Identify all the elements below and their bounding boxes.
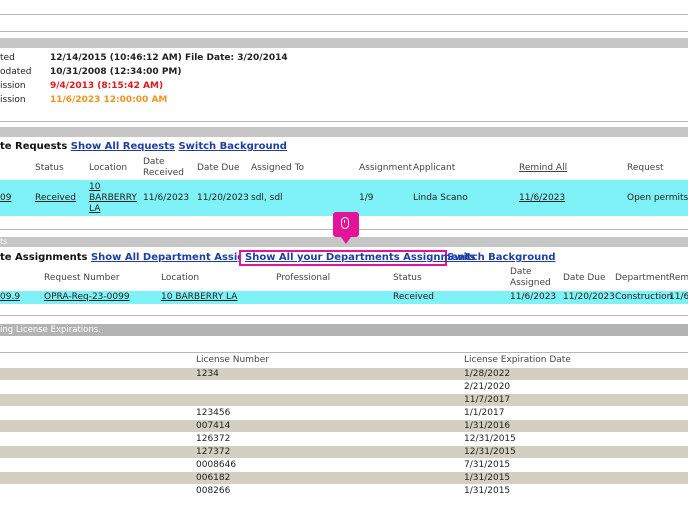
col-license-expiration-date: License Expiration Date [464, 355, 571, 365]
file-info-label-1: odated [0, 67, 32, 77]
col-request-number: Request Number [44, 273, 120, 283]
license-row: 127372 12/31/2015 [0, 446, 688, 458]
file-info-value-2: 9/4/2013 (8:15:42 AM) [50, 81, 164, 91]
license-number: 0008646 [196, 460, 237, 470]
assignment-rem: 11/6 [669, 292, 688, 302]
request-date-due: 11/20/2023 [197, 193, 249, 203]
remind-all-link[interactable]: Remind All [519, 163, 567, 174]
request-id-link[interactable]: 09 [0, 193, 11, 203]
file-info-value-0: 12/14/2015 (10:46:12 AM) File Date: 3/20… [50, 53, 288, 63]
license-band-label: ing License Expirations. [0, 325, 101, 335]
show-all-requests-link[interactable]: Show All Requests [71, 141, 175, 152]
divider-3 [0, 315, 688, 316]
requests-switch-background-link[interactable]: Switch Background [178, 141, 286, 152]
col-date-due: Date Due [197, 163, 240, 173]
col-date-received: Date Received [143, 157, 184, 178]
license-number: 123456 [196, 408, 231, 418]
license-date: 12/31/2015 [464, 447, 516, 457]
license-row: 11/7/2017 [0, 394, 688, 406]
requests-title: te Requests [0, 141, 68, 152]
license-date: 1/31/2016 [464, 421, 511, 431]
license-number: 008266 [196, 486, 231, 496]
assignment-date-assigned: 11/6/2023 [510, 292, 557, 302]
assignment-row[interactable]: 09.9 OPRA-Req-23-0099 10 BARBERRY LA Rec… [0, 291, 688, 304]
license-date: 2/21/2020 [464, 382, 511, 392]
license-date: 11/7/2017 [464, 395, 511, 405]
col-license-number: License Number [196, 355, 269, 365]
col-rem: Rem [669, 273, 688, 283]
col-location: Location [89, 163, 128, 173]
assignment-status: Received [393, 292, 434, 302]
license-row: 1234 1/28/2022 [0, 368, 688, 380]
assignment-location-link[interactable]: 10 BARBERRY LA [161, 292, 237, 302]
col-assigned-to: Assigned To [251, 163, 305, 173]
license-row: 008266 1/31/2015 [0, 485, 688, 497]
callout-badge [333, 212, 359, 244]
assignments-switch-background-link[interactable]: Switch Background [447, 252, 555, 263]
request-remind-date-link[interactable]: 11/6/2023 [519, 193, 565, 203]
show-all-your-departments-row: Show All your Departments Assignments [245, 252, 476, 263]
file-info-label-3: ission [0, 95, 26, 105]
col-request: Request [627, 163, 664, 173]
assignments-band-label: ts [0, 237, 8, 246]
request-applicant: Linda Scano [413, 193, 468, 203]
top-divider [0, 14, 688, 15]
license-row: 123456 1/1/2017 [0, 407, 688, 419]
col-applicant: Applicant [413, 163, 456, 173]
request-assignment: 1/9 [359, 193, 374, 203]
request-location-link[interactable]: 10 BARBERRY LA [89, 182, 137, 215]
license-row: 2/21/2020 [0, 381, 688, 393]
col-assignment: Assignment [359, 163, 412, 173]
license-number: 127372 [196, 447, 231, 457]
show-all-your-departments-assignments-link[interactable]: Show All your Departments Assignments [245, 252, 476, 263]
col-status: Status [35, 163, 64, 173]
col-assign-location: Location [161, 273, 200, 283]
license-row: 126372 12/31/2015 [0, 433, 688, 445]
top-divider-2 [0, 31, 688, 32]
file-info-value-3: 11/6/2023 12:00:00 AM [50, 95, 168, 105]
col-assign-date-due: Date Due [563, 273, 606, 283]
license-row: 0008646 7/31/2015 [0, 459, 688, 471]
license-date: 7/31/2015 [464, 460, 511, 470]
license-row: 006182 1/31/2015 [0, 472, 688, 484]
file-info-header-band [0, 38, 688, 48]
license-date: 1/28/2022 [464, 369, 511, 379]
license-date: 1/1/2017 [464, 408, 505, 418]
license-date: 1/31/2015 [464, 486, 511, 496]
file-info-label-0: ted [0, 53, 15, 63]
requests-title-row: te Requests Show All Requests Switch Bac… [0, 141, 287, 152]
license-number: 006182 [196, 473, 231, 483]
request-date-received: 11/6/2023 [143, 193, 190, 203]
divider-1 [0, 121, 688, 122]
request-description: Open permits r [627, 193, 688, 203]
requests-header-band [0, 127, 688, 137]
col-department: Department [615, 273, 670, 283]
col-date-assigned: Date Assigned [510, 267, 551, 288]
mouse-click-icon [341, 217, 349, 229]
license-number: 007414 [196, 421, 231, 431]
assignments-title: te Assignments [0, 252, 88, 263]
license-row: 007414 1/31/2016 [0, 420, 688, 432]
col-professional: Professional [276, 273, 331, 283]
assignment-department: Construction [615, 292, 673, 302]
license-date: 12/31/2015 [464, 434, 516, 444]
license-band: ing License Expirations. [0, 324, 688, 336]
license-number: 1234 [196, 369, 219, 379]
request-row[interactable]: 09 Received 10 BARBERRY LA 11/6/2023 11/… [0, 180, 688, 216]
license-date: 1/31/2015 [464, 473, 511, 483]
license-number: 126372 [196, 434, 231, 444]
col-assign-status: Status [393, 273, 422, 283]
assignment-id-link[interactable]: 09.9 [0, 292, 20, 302]
assignments-switch-bg-row: Switch Background [447, 252, 555, 263]
license-top-line [0, 352, 688, 353]
request-assigned-to: sdl, sdl [251, 193, 283, 203]
request-status-link[interactable]: Received [35, 193, 76, 203]
file-info-label-2: ission [0, 81, 26, 91]
assignment-request-number-link[interactable]: OPRA-Req-23-0099 [44, 292, 130, 302]
assignment-date-due: 11/20/2023 [563, 292, 615, 302]
file-info-value-1: 10/31/2008 (12:34:00 PM) [50, 67, 182, 77]
